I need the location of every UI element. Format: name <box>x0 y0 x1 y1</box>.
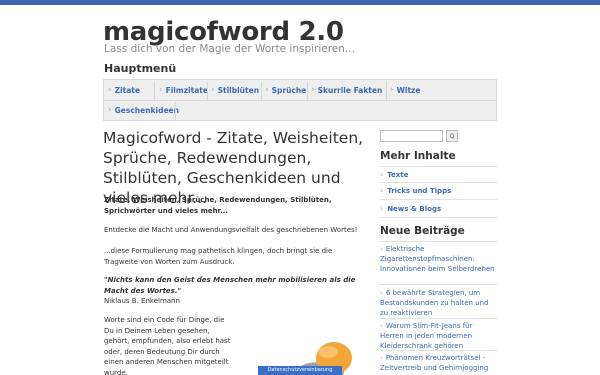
chevron-right-icon: › <box>390 85 394 95</box>
sidebar-divider <box>380 182 497 183</box>
main-menu: › Zitate › Filmzitate › Stilblüten › Sprüche… <box>103 79 497 121</box>
site-description: Lass dich von der Magie der Worte inspir… <box>104 43 355 55</box>
sidebar-link-texte[interactable]: › Texte <box>380 170 497 179</box>
search-input[interactable] <box>380 130 443 142</box>
main-menu-heading: Hauptmenü <box>104 62 177 75</box>
menu-item-label: Filmzitate <box>165 85 208 95</box>
chevron-right-icon: › <box>380 186 384 195</box>
menu-divider <box>261 82 262 100</box>
sidebar-post-title: Warum Slim-Fit-Jeans für Herren in jeden… <box>380 322 473 350</box>
sidebar-more-heading: Mehr Inhalte <box>380 150 456 162</box>
menu-item-label: Geschenkideen <box>114 105 179 115</box>
chevron-right-icon: › <box>265 85 269 95</box>
chevron-right-icon: › <box>108 105 112 115</box>
menu-divider <box>307 82 308 100</box>
sidebar-post-title: 6 bewährte Strategien, um Bestandskunden… <box>380 289 489 317</box>
sidebar-link-label: Texte <box>387 170 409 179</box>
top-accent-bar <box>0 0 600 5</box>
menu-divider <box>207 82 208 100</box>
menu-item-label: Zitate <box>114 85 140 95</box>
sidebar-post-title: Elektrische Zigarettenstopfmaschinen: In… <box>380 245 495 273</box>
menu-divider <box>175 102 176 120</box>
sidebar-divider <box>380 199 497 200</box>
menu-item-stilblueten[interactable]: › Stilblüten <box>211 80 259 100</box>
sidebar-link-label: News & Blogs <box>387 204 442 213</box>
menu-item-filmzitate[interactable]: › Filmzitate <box>159 80 208 100</box>
sidebar-link-tricks[interactable]: › Tricks und Tipps <box>380 186 497 195</box>
sidebar-post-link[interactable]: › Elektrische Zigarettenstopfmaschinen: I… <box>380 244 497 274</box>
sidebar-divider <box>380 217 497 218</box>
search-button[interactable]: Q <box>446 130 458 142</box>
post-paragraph: Worte sind ein Code für Dinge, die Du in… <box>104 316 231 375</box>
menu-item-sprueche[interactable]: › Sprüche <box>265 80 306 100</box>
post-quote: "Nichts kann den Geist des Menschen mehr… <box>104 276 356 295</box>
sidebar-divider <box>380 318 497 319</box>
post-intro: Zitate, Weisheiten, Sprüche, Redewendung… <box>104 196 332 215</box>
chevron-right-icon: › <box>380 245 383 253</box>
chevron-right-icon: › <box>311 85 315 95</box>
sidebar-divider <box>380 350 497 351</box>
chevron-right-icon: › <box>159 85 163 95</box>
chevron-right-icon: › <box>380 289 383 297</box>
menu-item-skurrile-fakten[interactable]: › Skurrile Fakten <box>311 80 382 100</box>
menu-item-label: Witze <box>396 85 421 95</box>
menu-item-witze[interactable]: › Witze <box>390 80 421 100</box>
sidebar-link-label: Tricks und Tipps <box>387 186 452 195</box>
menu-divider <box>386 82 387 100</box>
sidebar-link-news[interactable]: › News & Blogs <box>380 204 497 213</box>
menu-item-label: Skurrile Fakten <box>317 85 383 95</box>
image-caption-badge: Datenschutzvereinbarung <box>258 366 342 375</box>
post-paragraph: Entdecke die Macht und Anwendungsvielfal… <box>104 226 358 234</box>
chevron-right-icon: › <box>380 322 383 330</box>
menu-divider <box>154 82 155 100</box>
sidebar-post-link[interactable]: › Phänomen Kreuzworträtsel - Zeitvertreib… <box>380 353 497 373</box>
menu-item-label: Sprüche <box>271 85 307 95</box>
chevron-right-icon: › <box>380 204 384 213</box>
sidebar-new-posts-heading: Neue Beiträge <box>380 225 465 237</box>
quote-author: Niklaus B. Enkelmann <box>104 297 180 305</box>
sidebar-post-title: Phänomen Kreuzworträtsel - Zeitvertreib … <box>380 354 489 372</box>
sidebar-post-link[interactable]: › Warum Slim-Fit-Jeans für Herren in jede… <box>380 321 497 351</box>
sidebar-divider <box>380 241 497 242</box>
sidebar-post-link[interactable]: › 6 bewährte Strategien, um Bestandskunde… <box>380 288 497 318</box>
menu-item-geschenkideen[interactable]: › Geschenkideen <box>108 100 179 120</box>
sidebar-divider <box>380 166 497 167</box>
chevron-right-icon: › <box>108 85 112 95</box>
chevron-right-icon: › <box>380 354 383 362</box>
sidebar-divider <box>380 284 497 285</box>
post-paragraph: ...diese Formulierung mag pathetisch kli… <box>104 247 333 266</box>
chevron-right-icon: › <box>211 85 215 95</box>
chevron-right-icon: › <box>380 170 384 179</box>
menu-item-label: Stilblüten <box>217 85 260 95</box>
menu-item-zitate[interactable]: › Zitate <box>108 80 140 100</box>
